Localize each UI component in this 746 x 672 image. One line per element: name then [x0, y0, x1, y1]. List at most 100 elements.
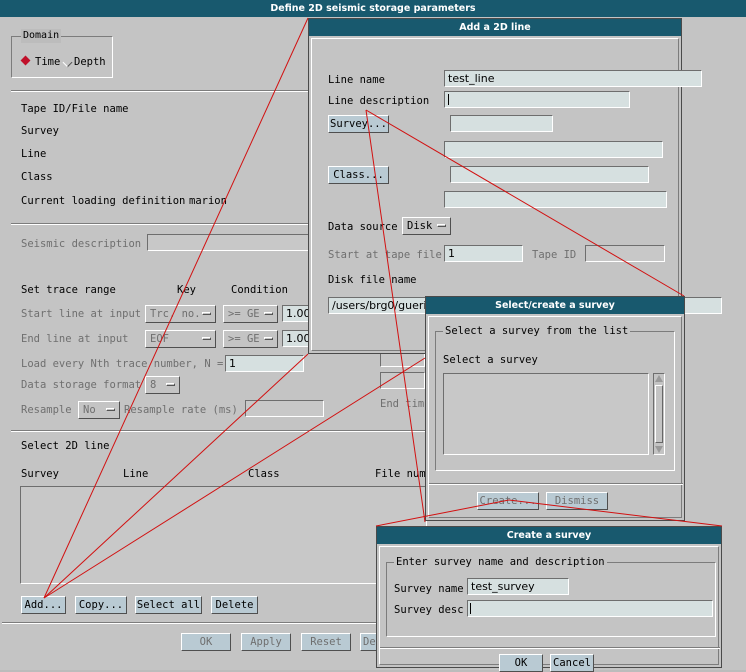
separator — [11, 430, 426, 432]
option-menu-icon — [437, 224, 446, 227]
time-radio-label[interactable]: Time — [35, 55, 60, 69]
tape-id-field[interactable] — [585, 245, 665, 262]
start-key-value: Trc. no. — [150, 308, 201, 320]
start-key-select[interactable]: Trc. no. — [145, 305, 216, 323]
survey-list-group-label: Select a survey from the list — [443, 324, 631, 338]
end-condition-select[interactable]: >= GE — [223, 330, 278, 348]
resample-select[interactable]: No — [78, 401, 120, 419]
load-every-label: Load every Nth trace number, N = — [21, 358, 224, 370]
current-loading-label: Current loading definition — [21, 195, 186, 207]
column-survey-header: Survey — [21, 468, 59, 480]
separator — [11, 90, 311, 92]
seismic-description-field[interactable] — [147, 234, 309, 251]
survey-description-field[interactable] — [444, 141, 663, 158]
class-field[interactable] — [450, 166, 649, 183]
ok-button[interactable]: OK — [181, 633, 231, 651]
scroll-up-arrow-icon[interactable] — [655, 375, 663, 382]
option-menu-icon — [166, 383, 175, 386]
apply-button[interactable]: Apply — [241, 633, 291, 651]
line-list[interactable] — [20, 486, 427, 584]
main-title: Define 2D seismic storage parameters — [0, 0, 746, 17]
end-value-field[interactable]: 1.00 — [282, 330, 310, 347]
create-survey-group-label: Enter survey name and description — [394, 555, 607, 569]
survey-list[interactable] — [443, 373, 649, 455]
survey-field[interactable] — [450, 115, 553, 132]
select-survey-label: Select a survey — [443, 354, 538, 366]
reset-button[interactable]: Reset — [301, 633, 351, 651]
survey-button[interactable]: Survey... — [328, 115, 389, 133]
create-survey-title: Create a survey — [377, 527, 721, 544]
create-survey-body: Enter survey name and description Survey… — [379, 546, 720, 672]
disk-file-label: Disk file name — [328, 274, 417, 286]
storage-format-label: Data storage format — [21, 379, 142, 391]
storage-format-select[interactable]: 8 — [145, 376, 180, 394]
separator — [429, 483, 683, 485]
create-cancel-button[interactable]: Cancel — [550, 654, 594, 672]
start-condition-select[interactable]: >= GE — [223, 305, 278, 323]
start-tape-field[interactable]: 1 — [444, 245, 523, 262]
separator — [2, 622, 376, 624]
column-file-number-header: File num — [375, 468, 426, 480]
scroll-down-arrow-icon[interactable] — [655, 446, 663, 453]
end-key-select[interactable]: EOF — [145, 330, 216, 348]
dismiss-button[interactable]: Dismiss — [546, 492, 608, 510]
survey-name-label: Survey name — [394, 583, 464, 595]
load-every-field[interactable]: 1 — [225, 355, 304, 372]
select-survey-dialog: Select/create a survey Select a survey f… — [425, 296, 685, 521]
create-button[interactable]: Create... — [477, 492, 539, 510]
scroll-thumb[interactable] — [655, 385, 663, 443]
depth-radio-label[interactable]: Depth — [74, 55, 106, 69]
copy-button[interactable]: Copy... — [75, 596, 127, 614]
condition-header: Condition — [231, 284, 288, 296]
column-class-header: Class — [248, 468, 280, 480]
set-trace-range-label: Set trace range — [21, 284, 116, 296]
option-menu-icon — [202, 337, 211, 340]
option-menu-icon — [202, 312, 211, 315]
storage-format-value: 8 — [150, 379, 157, 391]
start-line-label: Start line at input — [21, 308, 142, 320]
class-description-field[interactable] — [444, 191, 667, 208]
end-time-field[interactable] — [380, 372, 425, 389]
current-loading-value: marion — [189, 195, 227, 207]
option-menu-icon — [264, 312, 273, 315]
start-tape-label: Start at tape file — [328, 249, 442, 261]
select-survey-body: Select a survey from the list Select a s… — [428, 316, 683, 518]
line-label: Line — [21, 148, 47, 160]
domain-label: Domain — [21, 29, 62, 43]
option-menu-icon — [106, 408, 115, 411]
add-button[interactable]: Add... — [21, 596, 66, 614]
tape-id-label: Tape ID — [532, 249, 577, 261]
class-button[interactable]: Class... — [328, 166, 389, 184]
survey-name-field[interactable]: test_survey — [467, 578, 569, 595]
option-menu-icon — [264, 337, 273, 340]
resample-label: Resample — [21, 404, 72, 416]
data-source-label: Data source — [328, 221, 398, 233]
survey-label: Survey — [21, 125, 59, 137]
delete-button[interactable]: Delete — [211, 596, 258, 614]
end-condition-value: >= GE — [228, 333, 260, 345]
end-line-label: End line at input — [21, 333, 129, 345]
resample-value: No — [83, 404, 96, 416]
create-survey-dialog: Create a survey Enter survey name and de… — [376, 526, 722, 672]
separator — [11, 223, 311, 225]
data-source-select[interactable]: Disk — [402, 217, 451, 235]
class-label: Class — [21, 171, 53, 183]
select-2d-line-label: Select 2D line — [21, 440, 110, 452]
start-condition-value: >= GE — [228, 308, 260, 320]
select-all-button[interactable]: Select all — [135, 596, 202, 614]
line-description-label: Line description — [328, 95, 430, 107]
key-header: Key — [177, 284, 196, 296]
seismic-description-label: Seismic description — [21, 238, 142, 250]
select-survey-title: Select/create a survey — [426, 297, 684, 314]
resample-rate-field[interactable] — [245, 400, 324, 417]
line-name-field[interactable]: test_line — [444, 70, 702, 87]
create-ok-button[interactable]: OK — [499, 654, 543, 672]
text-cursor-icon — [470, 603, 471, 614]
survey-list-scrollbar[interactable] — [653, 373, 665, 455]
survey-desc-field[interactable] — [467, 600, 713, 617]
line-description-field[interactable] — [444, 91, 630, 108]
end-key-value: EOF — [150, 333, 169, 345]
resample-rate-label: Resample rate (ms) — [124, 404, 238, 416]
line-name-label: Line name — [328, 74, 385, 86]
start-value-field[interactable]: 1.00 — [282, 305, 310, 322]
